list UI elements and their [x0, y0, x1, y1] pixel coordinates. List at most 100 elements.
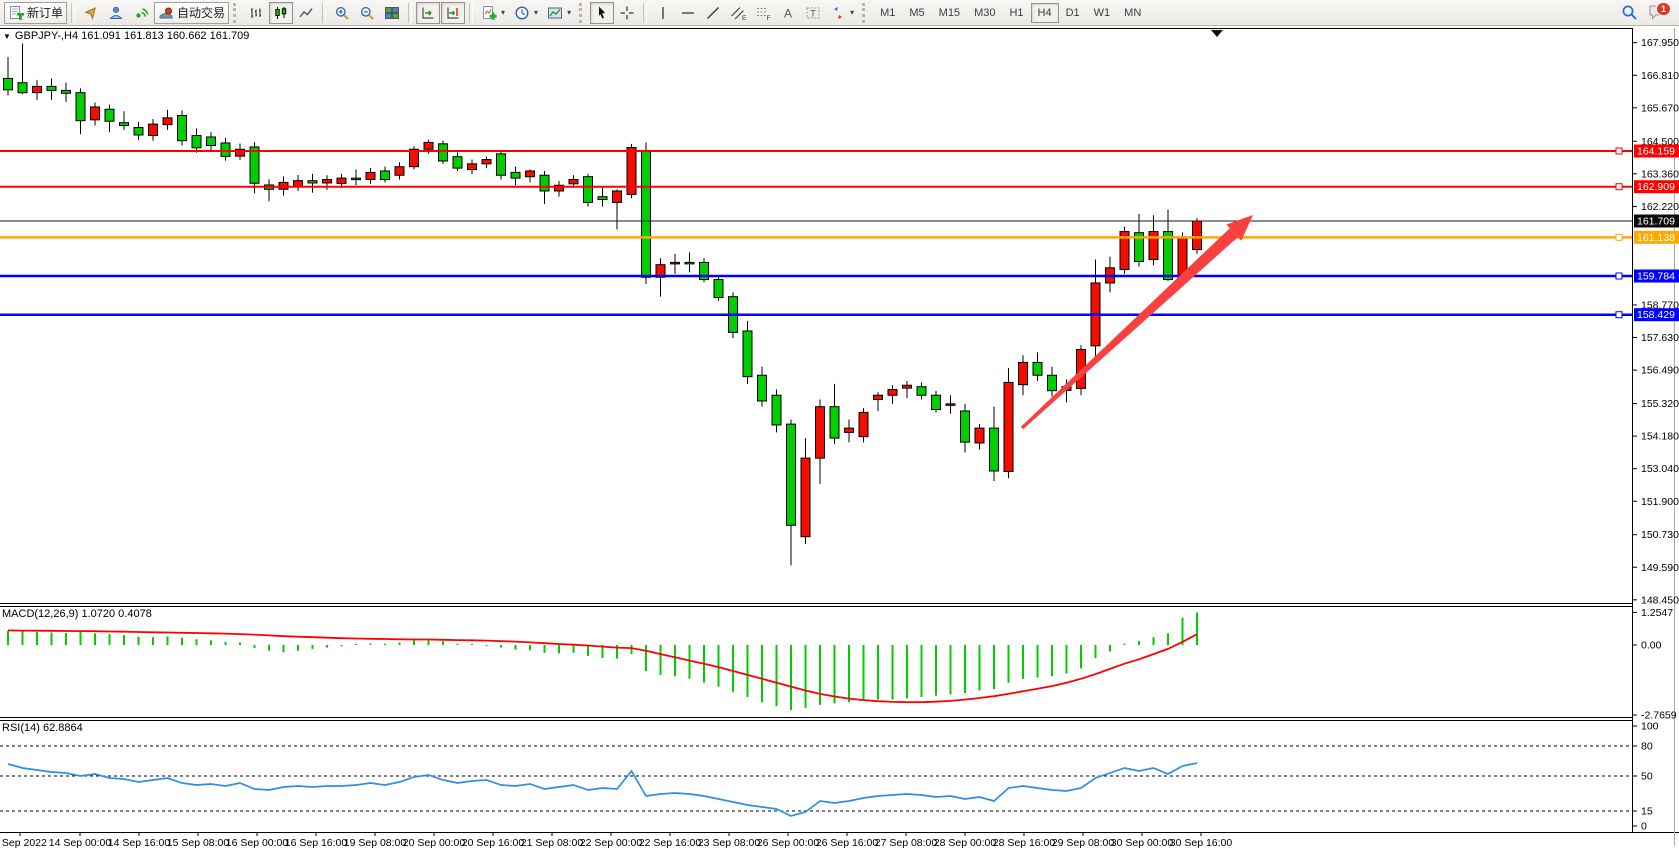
search-button[interactable]: [1617, 2, 1642, 24]
chart-shift-icon: [445, 5, 461, 21]
zoom-out-button[interactable]: [355, 2, 379, 24]
separator: [322, 3, 326, 23]
toolbar-grip: [579, 3, 586, 23]
svg-text:14 Sep 16:00: 14 Sep 16:00: [108, 837, 171, 849]
horizontal-line-button[interactable]: [676, 2, 700, 24]
svg-text:1.2547: 1.2547: [1641, 607, 1673, 619]
candles-layer[interactable]: [4, 44, 1202, 566]
line-chart-button[interactable]: [294, 2, 318, 24]
svg-text:30 Sep 16:00: 30 Sep 16:00: [1170, 837, 1233, 849]
timeframe-group: M1M5M15M30H1H4D1W1MN: [873, 3, 1148, 23]
svg-text:163.360: 163.360: [1641, 168, 1679, 180]
equidistant-channel-button[interactable]: E: [726, 2, 750, 24]
templates-button[interactable]: ▾: [543, 2, 575, 24]
timeframe-M15[interactable]: M15: [932, 3, 967, 23]
separator: [469, 3, 473, 23]
cursor-icon: [594, 5, 610, 21]
candlestick-chart-button[interactable]: [269, 2, 293, 24]
svg-text:26 Sep 16:00: 26 Sep 16:00: [816, 837, 879, 849]
svg-text:161.138: 161.138: [1637, 232, 1675, 244]
svg-text:21 Sep 08:00: 21 Sep 08:00: [521, 837, 584, 849]
autotrading-button[interactable]: 自动交易: [154, 2, 229, 24]
macd-indicator-label: MACD(12,26,9) 1.0720 0.4078: [2, 608, 152, 620]
mt4-window: 新订单 自动交易: [0, 0, 1679, 850]
bar-chart-button[interactable]: [244, 2, 268, 24]
price-axis[interactable]: 167.950166.810165.670164.500163.360162.2…: [1632, 37, 1679, 606]
zoom-in-button[interactable]: [330, 2, 354, 24]
svg-text:162.220: 162.220: [1641, 201, 1679, 213]
chart-shift-button[interactable]: [441, 2, 465, 24]
horizontal-line-icon: [680, 5, 696, 21]
svg-text:15 Sep 08:00: 15 Sep 08:00: [167, 837, 230, 849]
signals-button[interactable]: [129, 2, 153, 24]
svg-text:3 Sep 2022: 3 Sep 2022: [0, 837, 47, 849]
time-axis[interactable]: 3 Sep 202214 Sep 00:0014 Sep 16:0015 Sep…: [0, 832, 1232, 849]
timeframe-H1[interactable]: H1: [1002, 3, 1030, 23]
fibonacci-button[interactable]: F: [751, 2, 775, 24]
vertical-line-button[interactable]: [651, 2, 675, 24]
svg-text:159.784: 159.784: [1637, 270, 1675, 282]
text-icon: A: [780, 5, 796, 21]
new-order-button[interactable]: 新订单: [4, 2, 67, 24]
notification-badge: 1: [1656, 2, 1671, 16]
cursor-button[interactable]: [590, 2, 614, 24]
timeframe-MN[interactable]: MN: [1117, 3, 1148, 23]
text-button[interactable]: A: [776, 2, 800, 24]
trendline-icon: [705, 5, 721, 21]
notifications-button[interactable]: 1: [1648, 4, 1667, 21]
bar-chart-icon: [248, 5, 264, 21]
market-button[interactable]: [104, 2, 128, 24]
price-lines-layer[interactable]: [0, 148, 1632, 318]
svg-text:164.159: 164.159: [1637, 146, 1675, 158]
chart-canvas[interactable]: 1.25470.00-2.76591008050150167.950166.81…: [0, 0, 1679, 850]
svg-text:26 Sep 00:00: 26 Sep 00:00: [757, 837, 820, 849]
signal-icon: [133, 5, 149, 21]
add-indicator-button[interactable]: ▾: [477, 2, 509, 24]
timeframe-H4[interactable]: H4: [1031, 3, 1059, 23]
svg-text:166.810: 166.810: [1641, 70, 1679, 82]
template-icon: [547, 5, 563, 21]
toolbar-right: 1: [1617, 2, 1667, 24]
arrows-tool-button[interactable]: ▾: [826, 2, 858, 24]
rsi-indicator-label: RSI(14) 62.8864: [2, 722, 83, 734]
chart-shift-marker[interactable]: [1211, 30, 1223, 37]
periods-button[interactable]: ▾: [510, 2, 542, 24]
chart-menu-arrow-icon[interactable]: ▼: [3, 32, 11, 41]
svg-text:165.670: 165.670: [1641, 102, 1679, 114]
arrows-tool-icon: [830, 5, 846, 21]
svg-text:156.490: 156.490: [1641, 365, 1679, 377]
svg-text:20 Sep 00:00: 20 Sep 00:00: [403, 837, 466, 849]
chart-title: ▼ GBPJPY-,H4 161.091 161.813 160.662 161…: [3, 30, 249, 42]
auto-scroll-button[interactable]: [416, 2, 440, 24]
separator: [643, 3, 647, 23]
svg-text:15: 15: [1641, 806, 1653, 818]
crosshair-button[interactable]: [615, 2, 639, 24]
candlestick-chart-icon: [273, 5, 289, 21]
svg-text:28 Sep 16:00: 28 Sep 16:00: [993, 837, 1056, 849]
svg-text:162.909: 162.909: [1637, 181, 1675, 193]
svg-text:0: 0: [1641, 821, 1647, 833]
channel-icon: E: [730, 5, 746, 21]
timeframe-M1[interactable]: M1: [873, 3, 902, 23]
tile-windows-icon: [384, 5, 400, 21]
timeframe-W1[interactable]: W1: [1087, 3, 1118, 23]
svg-text:22 Sep 00:00: 22 Sep 00:00: [580, 837, 643, 849]
add-indicator-icon: [481, 5, 497, 21]
trendline-button[interactable]: [701, 2, 725, 24]
wizard-icon: [83, 5, 99, 21]
timeframe-M30[interactable]: M30: [967, 3, 1002, 23]
svg-text:167.950: 167.950: [1641, 37, 1679, 49]
macd-pane[interactable]: 1.25470.00-2.7659: [8, 607, 1677, 722]
toolbar: 新订单 自动交易: [0, 0, 1679, 26]
timeframe-D1[interactable]: D1: [1059, 3, 1087, 23]
person-icon: [108, 5, 124, 21]
text-label-button[interactable]: T: [801, 2, 825, 24]
mql5-wizard-button[interactable]: [79, 2, 103, 24]
timeframe-M5[interactable]: M5: [902, 3, 931, 23]
fibonacci-icon: F: [755, 5, 771, 21]
tile-windows-button[interactable]: [380, 2, 404, 24]
svg-text:154.180: 154.180: [1641, 431, 1679, 443]
svg-text:50: 50: [1641, 771, 1653, 783]
chart-title-text: GBPJPY-,H4 161.091 161.813 160.662 161.7…: [15, 30, 249, 42]
rsi-pane[interactable]: 1008050150: [0, 721, 1659, 833]
